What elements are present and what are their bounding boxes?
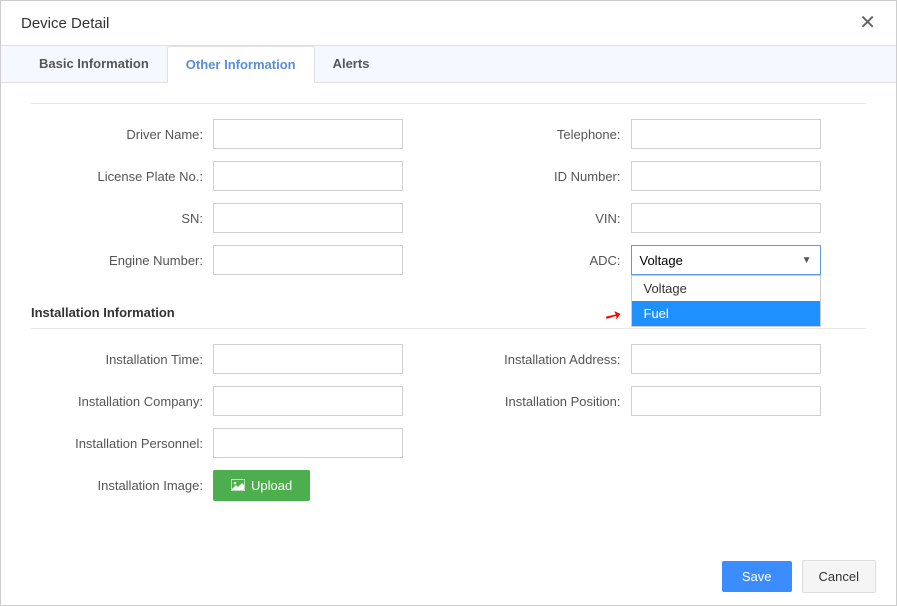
label-install-company: Installation Company:	[31, 394, 213, 409]
input-id-number[interactable]	[631, 161, 821, 191]
content-area: Driver Name: License Plate No.: SN: Engi…	[1, 83, 896, 548]
right-column-install: Installation Address: Installation Posit…	[449, 344, 867, 512]
label-install-personnel: Installation Personnel:	[31, 436, 213, 451]
input-sn[interactable]	[213, 203, 403, 233]
input-install-time[interactable]	[213, 344, 403, 374]
input-install-personnel[interactable]	[213, 428, 403, 458]
image-icon	[231, 479, 245, 491]
row-sn: SN:	[31, 203, 449, 233]
dropdown-item-voltage[interactable]: Voltage	[632, 276, 820, 301]
label-driver-name: Driver Name:	[31, 127, 213, 142]
input-telephone[interactable]	[631, 119, 821, 149]
dropdown-adc: Voltage Fuel	[631, 275, 821, 327]
row-install-position: Installation Position:	[449, 386, 867, 416]
save-button[interactable]: Save	[722, 561, 792, 592]
close-icon[interactable]: ✕	[859, 13, 876, 33]
input-engine-number[interactable]	[213, 245, 403, 275]
dropdown-item-fuel[interactable]: Fuel	[632, 301, 820, 326]
divider	[31, 328, 866, 329]
row-telephone: Telephone:	[449, 119, 867, 149]
dialog-title: Device Detail	[21, 15, 109, 32]
device-detail-dialog: Device Detail ✕ Basic Information Other …	[0, 0, 897, 606]
divider	[31, 103, 866, 104]
row-driver-name: Driver Name:	[31, 119, 449, 149]
select-adc-value: Voltage	[640, 253, 683, 268]
row-install-image: Installation Image: Upload	[31, 470, 449, 500]
label-sn: SN:	[31, 211, 213, 226]
upload-button[interactable]: Upload	[213, 470, 310, 501]
label-id-number: ID Number:	[449, 169, 631, 184]
upload-button-label: Upload	[251, 478, 292, 493]
label-install-position: Installation Position:	[449, 394, 631, 409]
cancel-button[interactable]: Cancel	[802, 560, 876, 593]
label-adc: ADC:	[449, 253, 631, 268]
device-details-section: Driver Name: License Plate No.: SN: Engi…	[31, 119, 866, 287]
row-install-time: Installation Time:	[31, 344, 449, 374]
input-install-position[interactable]	[631, 386, 821, 416]
tab-other-information[interactable]: Other Information	[167, 46, 315, 83]
tab-bar: Basic Information Other Information Aler…	[1, 45, 896, 83]
row-vin: VIN:	[449, 203, 867, 233]
tab-basic-information[interactable]: Basic Information	[21, 46, 167, 82]
installation-section: Installation Time: Installation Company:…	[31, 344, 866, 512]
input-install-company[interactable]	[213, 386, 403, 416]
left-column-install: Installation Time: Installation Company:…	[31, 344, 449, 512]
select-adc-wrapper: Voltage ▼ Voltage Fuel	[631, 245, 821, 275]
dialog-header: Device Detail ✕	[1, 1, 896, 45]
label-vin: VIN:	[449, 211, 631, 226]
row-engine-number: Engine Number:	[31, 245, 449, 275]
label-engine-number: Engine Number:	[31, 253, 213, 268]
row-install-personnel: Installation Personnel:	[31, 428, 449, 458]
chevron-down-icon: ▼	[802, 255, 812, 266]
dialog-footer: Save Cancel	[1, 548, 896, 605]
label-license-plate: License Plate No.:	[31, 169, 213, 184]
input-driver-name[interactable]	[213, 119, 403, 149]
input-install-address[interactable]	[631, 344, 821, 374]
label-install-address: Installation Address:	[449, 352, 631, 367]
input-vin[interactable]	[631, 203, 821, 233]
select-adc[interactable]: Voltage ▼	[631, 245, 821, 275]
input-license-plate[interactable]	[213, 161, 403, 191]
tab-alerts[interactable]: Alerts	[315, 46, 388, 82]
row-install-address: Installation Address:	[449, 344, 867, 374]
label-telephone: Telephone:	[449, 127, 631, 142]
row-adc: ADC: Voltage ▼ Voltage Fuel ➚	[449, 245, 867, 275]
row-install-company: Installation Company:	[31, 386, 449, 416]
row-id-number: ID Number:	[449, 161, 867, 191]
label-install-image: Installation Image:	[31, 478, 213, 493]
right-column: Telephone: ID Number: VIN: ADC: Voltage	[449, 119, 867, 287]
row-license-plate: License Plate No.:	[31, 161, 449, 191]
label-install-time: Installation Time:	[31, 352, 213, 367]
left-column: Driver Name: License Plate No.: SN: Engi…	[31, 119, 449, 287]
